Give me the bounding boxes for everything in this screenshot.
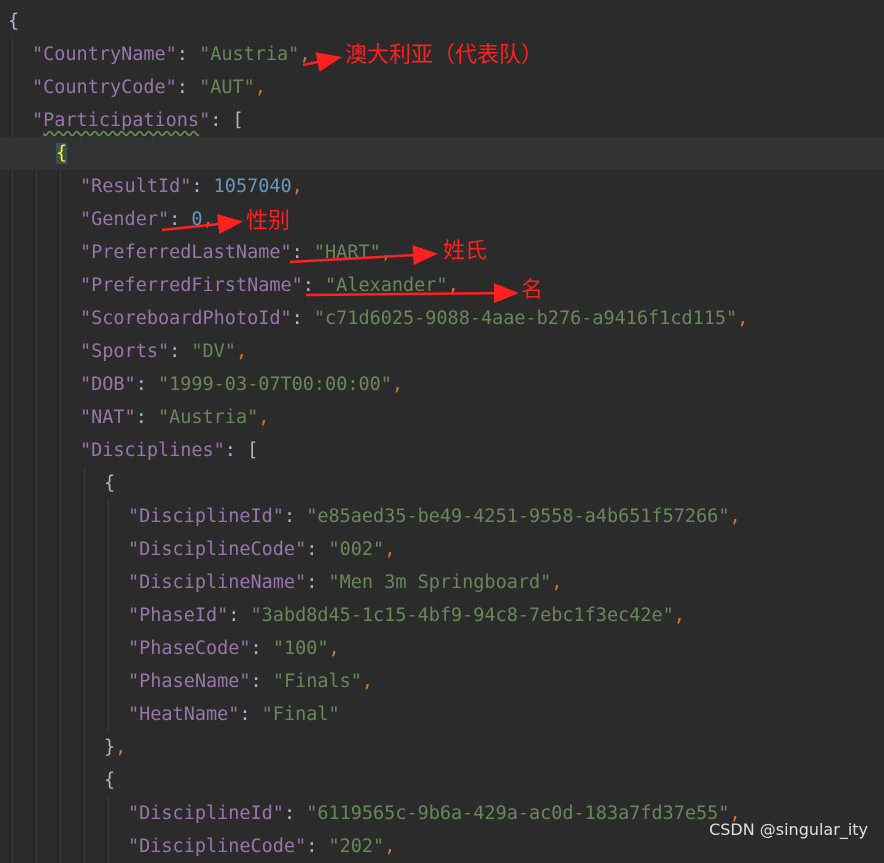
- annotation-last-name: 姓氏: [443, 239, 488, 264]
- code-editor[interactable]: {"CountryName": "Austria", "CountryCode":…: [0, 0, 884, 863]
- watermark: CSDN @singular_ity: [709, 820, 868, 839]
- annotation-first-name: 名: [521, 278, 544, 303]
- arrow-last-name: [289, 245, 438, 266]
- arrow-country-name: [302, 52, 342, 72]
- annotation-arrows: [161, 52, 519, 304]
- annotation-country-name: 澳大利亚（代表队）: [345, 43, 544, 68]
- arrow-gender: [161, 214, 243, 235]
- annotation-gender: 性别: [246, 209, 291, 234]
- arrow-first-name: [305, 283, 519, 304]
